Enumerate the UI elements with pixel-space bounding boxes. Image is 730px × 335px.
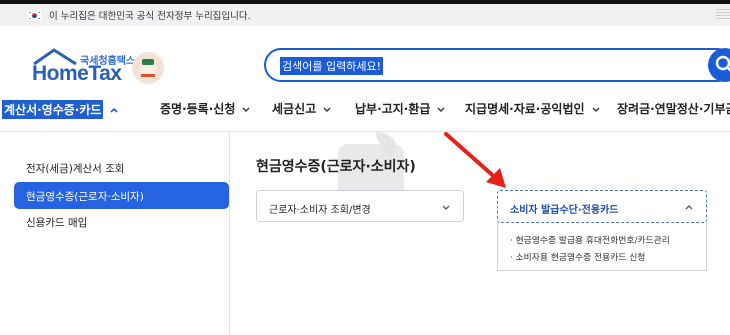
select-value: 근로자·소비자 조회/변경: [269, 205, 371, 216]
worker-consumer-select[interactable]: 근로자·소비자 조회/변경: [256, 190, 464, 222]
consumer-card-select[interactable]: 소비자 발급수단·전용카드: [497, 190, 707, 223]
chevron-down-icon: [437, 107, 445, 112]
chevron-down-icon: [323, 107, 331, 112]
consumer-card-dropdown: · 현금영수증 발급용 휴대전화번호/카드관리 · 소비자용 현금영수증 전용카…: [497, 223, 707, 271]
logo-title: HomeTax: [32, 62, 122, 85]
dropdown-item-dedicated-card-apply[interactable]: · 소비자용 현금영수증 전용카드 신청: [510, 250, 645, 263]
nav-item-payment[interactable]: 납부·고지·환급: [355, 100, 446, 117]
gov-banner-text: 이 누리집은 대한민국 공식 전자정부 누리집입니다.: [49, 11, 251, 22]
sidebar-item-cash-receipt[interactable]: 현금영수증(근로자·소비자): [14, 182, 229, 209]
nav-item-label: 장려금·연말정산·기부금: [617, 102, 730, 116]
sidebar: 전자(세금)계산서 조회 현금영수증(근로자·소비자) 신용카드 매입: [0, 133, 230, 335]
chevron-up-icon: [110, 107, 119, 113]
chevron-up-icon: [685, 205, 693, 210]
search-button[interactable]: [708, 48, 730, 82]
nav-item-certificate[interactable]: 증명·등록·신청: [160, 100, 251, 117]
banner-toggle-icon[interactable]: [716, 9, 730, 21]
korea-flag-icon: [28, 10, 41, 20]
header: 국세청홈택스 HomeTax 검색어를 입력하세요!: [0, 26, 730, 92]
sidebar-item-label: 현금영수증(근로자·소비자): [26, 191, 144, 203]
sidebar-item-label: 전자(세금)계산서 조회: [26, 163, 125, 175]
mascot-icon: [132, 52, 164, 84]
select-value: 소비자 발급수단·전용카드: [510, 205, 619, 216]
page-title: 현금영수증(근로자·소비자): [256, 159, 416, 175]
sidebar-item-e-invoice[interactable]: 전자(세금)계산서 조회: [26, 161, 124, 176]
gov-banner: 이 누리집은 대한민국 공식 전자정부 누리집입니다.: [0, 4, 730, 26]
chevron-down-icon: [242, 107, 250, 112]
annotation-arrow-icon: [444, 132, 506, 188]
nav-item-label: 세금신고: [272, 102, 317, 116]
search-icon: [715, 55, 730, 72]
nav-item-tax-report[interactable]: 세금신고: [272, 100, 332, 117]
nav-item-statements[interactable]: 지급명세·자료·공익법인: [465, 100, 601, 117]
nav-item-label: 계산서·영수증·카드: [2, 100, 104, 119]
nav-item-label: 증명·등록·신청: [160, 102, 236, 116]
search-bar[interactable]: 검색어를 입력하세요!: [264, 48, 730, 82]
nav-item-invoice[interactable]: 계산서·영수증·카드: [2, 100, 119, 119]
nav-item-label: 납부·고지·환급: [355, 102, 431, 116]
nav-item-label: 지급명세·자료·공익법인: [465, 102, 585, 116]
sidebar-item-credit-card[interactable]: 신용카드 매입: [26, 215, 87, 230]
main-nav: 계산서·영수증·카드 증명·등록·신청 세금신고 납부·고지·환급 지급명세·자…: [0, 92, 730, 132]
dropdown-item-phone-card-manage[interactable]: · 현금영수증 발급용 휴대전화번호/카드관리: [510, 233, 670, 246]
chevron-down-icon: [592, 107, 600, 112]
nav-item-incentives[interactable]: 장려금·연말정산·기부금: [617, 100, 730, 117]
chevron-down-icon: [442, 205, 450, 210]
sidebar-item-label: 신용카드 매입: [26, 217, 88, 229]
search-input[interactable]: 검색어를 입력하세요!: [280, 57, 383, 75]
